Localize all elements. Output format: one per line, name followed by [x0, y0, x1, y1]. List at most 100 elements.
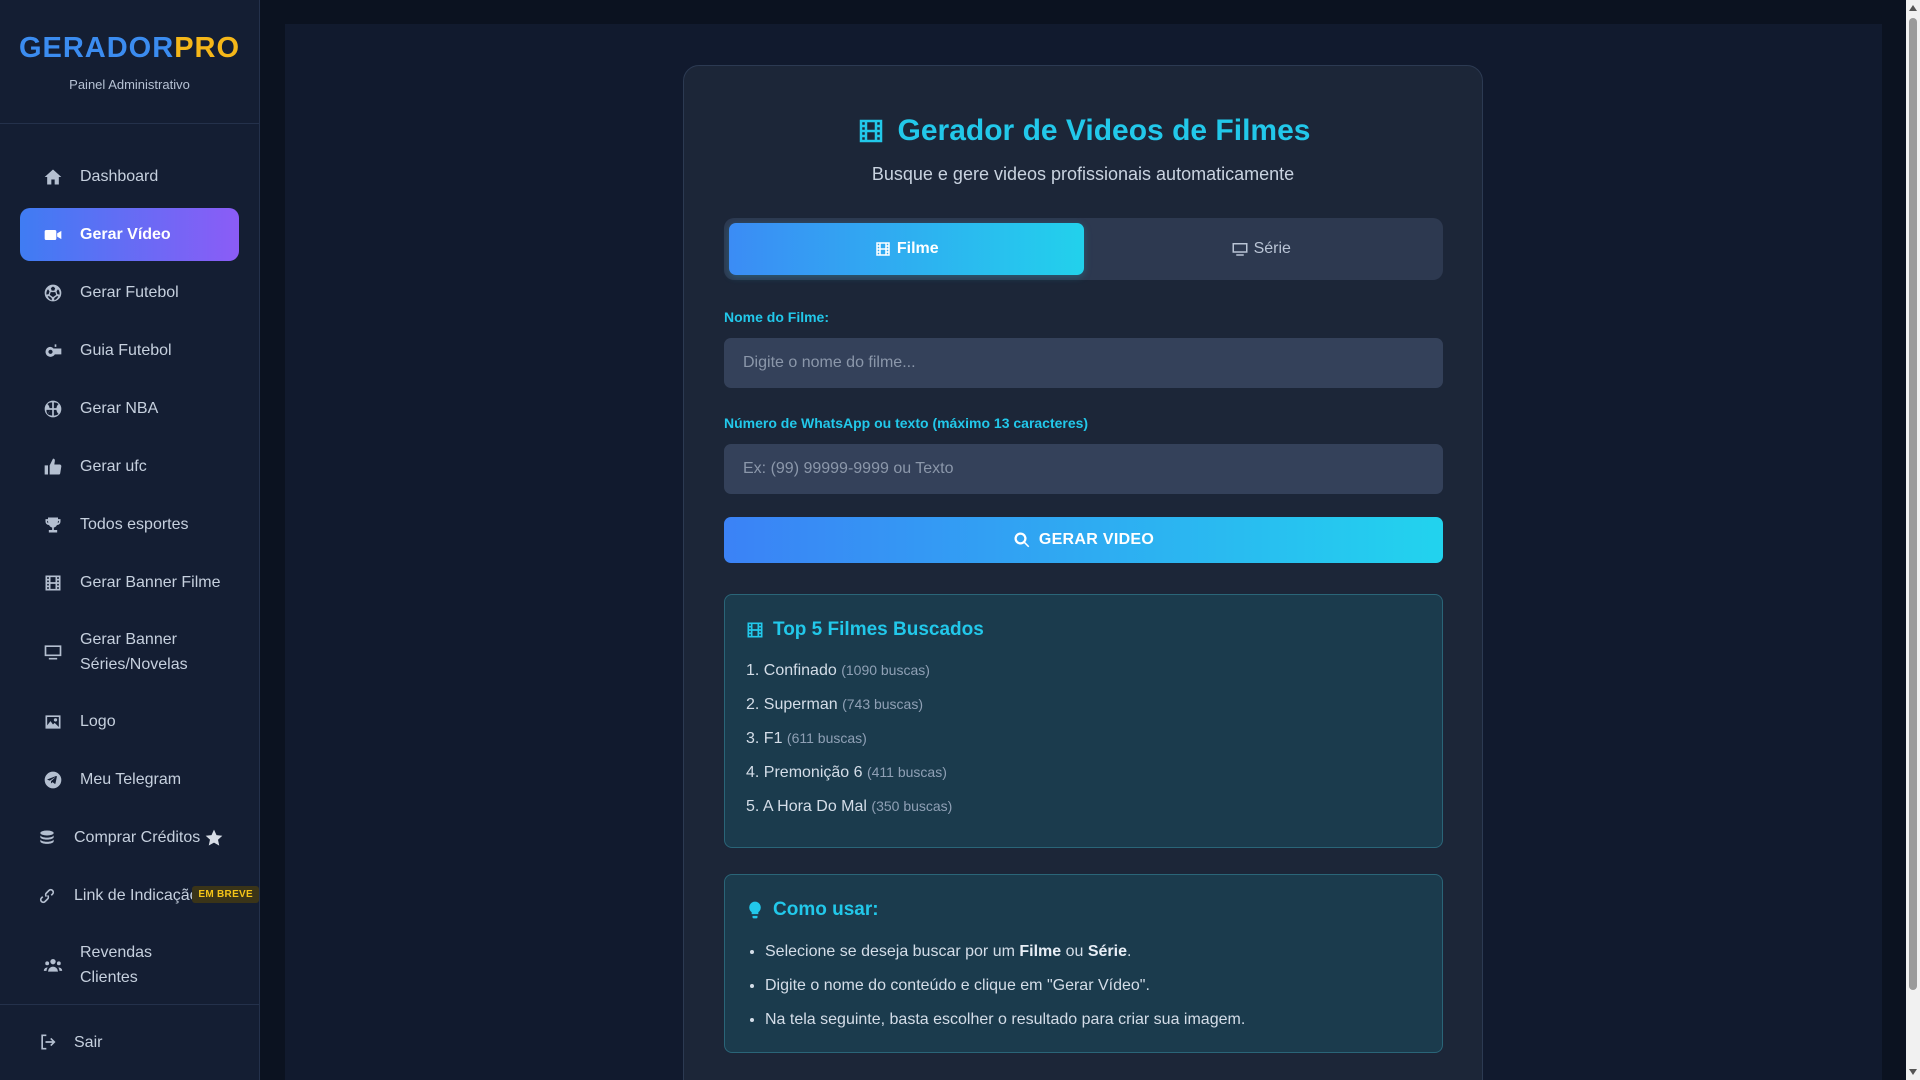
how-to-title: Como usar: [745, 899, 879, 921]
page-title-text: Gerador de Videos de Filmes [897, 114, 1311, 147]
sidebar-item-gerar-banner-series[interactable]: Gerar Banner Séries/Novelas [20, 614, 239, 690]
instruction-bold-serie: Série [1087, 943, 1127, 960]
sidebar-item-label: Meu Telegram [80, 770, 182, 788]
tv-icon [42, 641, 64, 663]
whatsapp-label: Número de WhatsApp ou texto (máximo 13 c… [724, 415, 1089, 431]
link-icon [36, 885, 58, 907]
list-item: 5. A Hora Do Mal (350 buscas) [746, 798, 952, 832]
generate-video-label: GERAR VIDEO [1038, 531, 1155, 548]
sidebar: GERADORPRO Painel Administrativo Dashboa… [0, 0, 260, 1080]
tab-filme[interactable]: Filme [729, 223, 1084, 275]
top5-title-text: Top 5 Filmes Buscados [773, 619, 984, 640]
rank: 1. [746, 662, 760, 679]
list-item: Digite o nome do conteúdo e clique em "G… [765, 977, 1245, 1011]
coming-soon-badge: EM BREVE [192, 886, 259, 903]
content-type-tabs: Filme Série [724, 218, 1443, 280]
page-scrollbar[interactable] [1906, 0, 1920, 1080]
list-item: 1. Confinado (1090 buscas) [746, 662, 952, 696]
sidebar-item-meu-telegram[interactable]: Meu Telegram [20, 753, 239, 806]
video-generator-card: Gerador de Videos de Filmes Busque e ger… [683, 65, 1483, 1080]
tab-label: Filme [896, 240, 939, 257]
film-icon [859, 119, 882, 143]
home-icon [42, 166, 64, 188]
sign-out-icon [38, 1032, 60, 1054]
sidebar-item-label: Todos esportes [80, 515, 189, 533]
basketball-icon [42, 398, 64, 420]
list-item: 3. F1 (611 buscas) [746, 730, 952, 764]
thumbs-up-icon [42, 456, 64, 478]
movie-name: F1 [763, 730, 783, 747]
brand-subtitle: Painel Administrativo [69, 77, 190, 92]
sidebar-item-label: Gerar Banner Séries/Novelas [80, 627, 188, 677]
sidebar-item-label: Gerar Vídeo [80, 225, 171, 243]
how-to-list: Selecione se deseja buscar por um Filme … [765, 943, 1245, 1045]
scroll-thumb[interactable] [1909, 18, 1917, 990]
search-icon [1014, 532, 1030, 548]
sidebar-item-gerar-ufc[interactable]: Gerar ufc [20, 440, 239, 493]
brand-logo[interactable]: GERADORPRO [0, 32, 259, 65]
sidebar-item-label-line2: Clientes [80, 969, 138, 986]
search-count: (611 buscas) [786, 730, 867, 746]
instruction-text: . [1127, 943, 1132, 960]
logout-button[interactable]: Sair [0, 1004, 259, 1080]
film-icon [747, 622, 763, 638]
instruction-text: ou [1061, 943, 1088, 960]
trophy-icon [42, 514, 64, 536]
movie-name: Premonição 6 [763, 764, 863, 781]
sidebar-item-gerar-futebol[interactable]: Gerar Futebol [20, 266, 239, 319]
rank: 4. [746, 764, 760, 781]
video-camera-icon [42, 224, 64, 246]
movie-name-input[interactable] [724, 338, 1443, 388]
film-icon [42, 572, 64, 594]
logout-label: Sair [74, 1033, 103, 1051]
sidebar-item-label: Comprar Créditos [74, 828, 201, 846]
how-to-panel: Como usar: Selecione se deseja buscar po… [724, 874, 1443, 1053]
sidebar-item-label-line1: Revendas [80, 944, 153, 961]
tv-icon [1232, 243, 1248, 256]
movie-name: A Hora Do Mal [762, 798, 867, 815]
top5-list: 1. Confinado (1090 buscas) 2. Superman (… [746, 662, 952, 832]
movie-name: Confinado [763, 662, 837, 679]
whistle-icon [42, 340, 64, 362]
sidebar-item-label: Gerar Banner Filme [80, 573, 221, 591]
sidebar-item-link-indicacao[interactable]: Link de Indicação EM BREVE [20, 869, 259, 922]
sidebar-item-gerar-nba[interactable]: Gerar NBA [20, 382, 239, 435]
generate-video-button[interactable]: GERAR VIDEO [724, 517, 1443, 563]
movie-name: Superman [763, 696, 838, 713]
sidebar-item-label-line1: Gerar Banner [80, 631, 177, 648]
how-to-title-text: Como usar: [773, 899, 879, 920]
list-item: Na tela seguinte, basta escolher o resul… [765, 1011, 1245, 1045]
image-icon [42, 711, 64, 733]
movie-name-label: Nome do Filme: [724, 309, 830, 325]
sidebar-item-todos-esportes[interactable]: Todos esportes [20, 498, 239, 551]
scroll-up-arrow[interactable] [1909, 5, 1917, 11]
sidebar-item-logo[interactable]: Logo [20, 695, 239, 748]
lightbulb-icon [749, 901, 761, 919]
sidebar-item-label: Link de Indicação [74, 886, 199, 904]
brand-part-1: GERADOR [18, 32, 175, 64]
sidebar-item-gerar-video[interactable]: Gerar Vídeo [20, 208, 239, 261]
search-count: (411 buscas) [866, 764, 947, 780]
film-icon [876, 242, 890, 256]
sidebar-item-revendas-clientes[interactable]: Revendas Clientes [20, 927, 239, 1003]
sidebar-item-label: Logo [80, 712, 116, 730]
sidebar-item-label: Gerar ufc [80, 457, 147, 475]
page-title: Gerador de Videos de Filmes [684, 114, 1482, 148]
users-icon [42, 954, 64, 976]
sidebar-item-label: Dashboard [80, 167, 159, 185]
sidebar-item-gerar-banner-filme[interactable]: Gerar Banner Filme [20, 556, 239, 609]
top5-title: Top 5 Filmes Buscados [745, 619, 984, 641]
list-item: 4. Premonição 6 (411 buscas) [746, 764, 952, 798]
sidebar-item-label-line2: Séries/Novelas [80, 656, 188, 673]
top5-panel: Top 5 Filmes Buscados 1. Confinado (1090… [724, 594, 1443, 848]
sidebar-item-dashboard[interactable]: Dashboard [20, 150, 239, 203]
scroll-down-arrow[interactable] [1909, 1069, 1917, 1075]
tab-serie[interactable]: Série [1084, 223, 1439, 275]
sidebar-item-guia-futebol[interactable]: Guia Futebol [20, 324, 239, 377]
whatsapp-input[interactable] [724, 444, 1443, 494]
sidebar-item-label: Gerar NBA [80, 399, 159, 417]
search-count: (743 buscas) [842, 696, 924, 712]
instruction-text: Selecione se deseja buscar por um [765, 943, 1020, 960]
sidebar-item-label: Guia Futebol [80, 341, 172, 359]
sidebar-item-comprar-creditos[interactable]: Comprar Créditos [20, 811, 239, 864]
